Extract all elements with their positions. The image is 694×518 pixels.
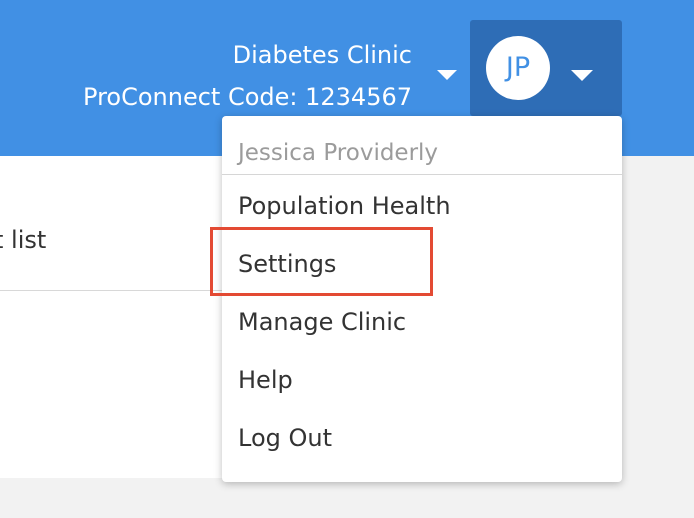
chevron-down-icon[interactable] bbox=[571, 70, 593, 81]
bottom-strip bbox=[0, 478, 622, 518]
menu-item-manage-clinic[interactable]: Manage Clinic bbox=[222, 296, 622, 348]
menu-item-settings[interactable]: Settings bbox=[222, 238, 622, 290]
menu-item-population-health[interactable]: Population Health bbox=[222, 180, 622, 232]
user-menu-button[interactable]: JP bbox=[470, 20, 622, 116]
clinic-chevron-down-icon[interactable] bbox=[437, 70, 457, 80]
proconnect-code: ProConnect Code: 1234567 bbox=[83, 83, 412, 111]
divider bbox=[0, 290, 222, 291]
menu-item-help[interactable]: Help bbox=[222, 354, 622, 406]
clinic-info[interactable]: Diabetes Clinic ProConnect Code: 1234567 bbox=[83, 34, 412, 118]
right-gutter bbox=[621, 156, 694, 518]
avatar[interactable]: JP bbox=[486, 36, 550, 100]
user-dropdown-menu: Jessica Providerly Population Health Set… bbox=[222, 116, 622, 482]
partial-list-label: t list bbox=[0, 226, 47, 254]
clinic-name[interactable]: Diabetes Clinic bbox=[83, 34, 412, 76]
menu-item-log-out[interactable]: Log Out bbox=[222, 412, 622, 464]
dropdown-user-name: Jessica Providerly bbox=[238, 140, 439, 166]
divider bbox=[222, 174, 622, 175]
